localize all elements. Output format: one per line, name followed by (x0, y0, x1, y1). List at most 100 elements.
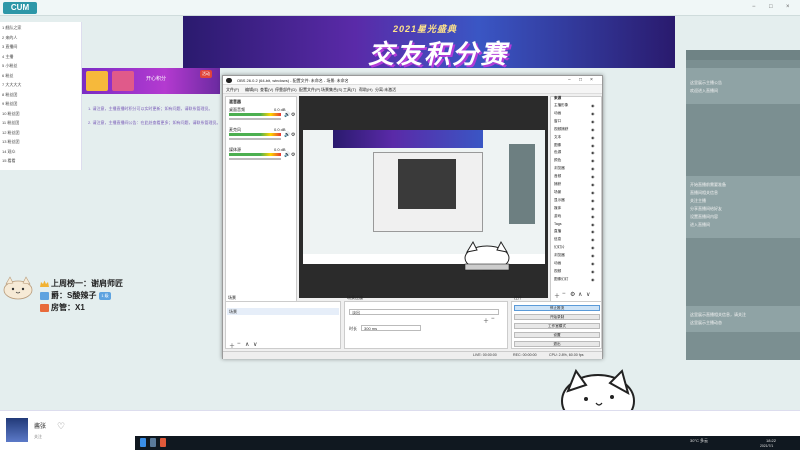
obs-menu-item[interactable]: 编辑(E) (245, 87, 258, 93)
source-item[interactable]: 音频 (554, 174, 561, 179)
move-up-icon[interactable]: ∧ (578, 291, 582, 298)
source-item[interactable]: Tags (554, 222, 562, 226)
scene-down-icon[interactable]: ∨ (253, 341, 257, 348)
source-item[interactable]: 视频 (554, 269, 561, 274)
eye-icon[interactable]: ◉ (591, 127, 595, 132)
eye-icon[interactable]: ◉ (591, 182, 595, 187)
source-item[interactable]: 图像 (554, 143, 561, 148)
eye-icon[interactable]: ◉ (591, 174, 595, 179)
eye-icon[interactable]: ◉ (591, 214, 595, 219)
user-list-row[interactable]: 6 粉丝 (2, 73, 13, 79)
eye-icon[interactable]: ◉ (591, 261, 595, 266)
obs-menu-item[interactable]: 帮助(H) (359, 87, 373, 93)
remove-transition-icon[interactable]: − (491, 316, 495, 322)
eye-icon[interactable]: ◉ (591, 135, 595, 140)
activity-ribbon[interactable]: 开心积分 活动 (82, 68, 220, 94)
duration-input[interactable]: 300 ms (361, 325, 421, 331)
user-list-row[interactable]: 11 粉丝团 (2, 120, 19, 126)
add-scene-icon[interactable]: ＋ (229, 341, 235, 350)
obs-menu-item[interactable]: 分离:未激活 (375, 87, 396, 93)
clock-time[interactable]: 18:22 (766, 438, 776, 443)
follow-label[interactable]: 关注 (34, 434, 42, 440)
obs-menu-item[interactable]: 配置文件(P) (299, 87, 320, 93)
source-item[interactable]: 动画 (554, 111, 561, 116)
user-list-row[interactable]: 3 直播间 (2, 44, 17, 50)
taskbar-app-icon[interactable] (150, 438, 156, 447)
settings-button[interactable]: 设置 (514, 332, 600, 338)
stop-streaming-button[interactable]: 停止推流 (514, 305, 600, 311)
user-list-row[interactable]: 5 小粉丝 (2, 63, 17, 69)
eye-icon[interactable]: ◉ (591, 206, 595, 211)
exit-button[interactable]: 退出 (514, 341, 600, 347)
eye-icon[interactable]: ◉ (591, 111, 595, 116)
user-list-row[interactable]: 8 粉丝团 (2, 92, 17, 98)
leaderboard-noble[interactable]: 爵：S酸辣子 1 级 (40, 290, 111, 301)
windows-start-icon[interactable] (140, 438, 146, 447)
add-transition-icon[interactable]: ＋ (483, 316, 489, 325)
scene-up-icon[interactable]: ∧ (245, 341, 249, 348)
user-list-row[interactable]: 9 粉丝团 (2, 101, 17, 107)
volume-slider[interactable] (229, 158, 281, 160)
obs-window[interactable]: OBS 26.0.2 (64-bit, windows) - 配置文件: 未命名… (222, 75, 603, 359)
speaker-icon[interactable]: 🔊 (284, 112, 290, 118)
weather-text[interactable]: 30°C 多云 (690, 438, 708, 444)
studio-mode-button[interactable]: 工作室模式 (514, 323, 600, 329)
eye-icon[interactable]: ◉ (591, 166, 595, 171)
eye-icon[interactable]: ◉ (591, 143, 595, 148)
user-list-row[interactable]: 12 粉丝团 (2, 130, 20, 136)
source-item[interactable]: 动画 (554, 261, 561, 266)
eye-icon[interactable]: ◉ (591, 222, 595, 227)
gear-icon[interactable]: ⚙ (291, 132, 295, 138)
obs-menu-item[interactable]: 工具(T) (343, 87, 356, 93)
source-item[interactable]: 文本 (554, 135, 561, 140)
obs-titlebar[interactable]: OBS 26.0.2 (64-bit, windows) - 配置文件: 未命名… (223, 76, 602, 85)
eye-icon[interactable]: ◉ (591, 245, 595, 250)
source-item[interactable]: 色源 (554, 150, 561, 155)
obs-menu-item[interactable]: 场景集合(S) (321, 87, 342, 93)
leaderboard-moderator[interactable]: 房管：X1 (40, 302, 85, 313)
maximize-button[interactable]: □ (769, 4, 773, 10)
user-list-row[interactable]: 15 看看 (2, 158, 16, 164)
user-list-row[interactable]: 2 来的人 (2, 35, 17, 41)
gear-icon[interactable]: ⚙ (291, 112, 295, 118)
move-down-icon[interactable]: ∨ (586, 291, 590, 298)
user-list-row[interactable]: 10 粉丝团 (2, 111, 20, 117)
obs-menu-item[interactable]: 查看(V) (260, 87, 273, 93)
source-item[interactable]: 浏览器 (554, 166, 565, 171)
minimize-button[interactable]: − (752, 4, 756, 10)
user-list-row[interactable]: 1 舰队之家 (2, 25, 21, 31)
source-item[interactable]: 直播 (554, 229, 561, 234)
obs-menu-item[interactable]: 文件(F) (226, 87, 239, 93)
speaker-icon[interactable]: 🔊 (284, 152, 290, 158)
event-banner[interactable]: 2021星光盛典 交友积分赛 (183, 16, 675, 68)
source-item[interactable]: 主播形象 (554, 103, 568, 108)
eye-icon[interactable]: ◉ (591, 103, 595, 108)
source-item[interactable]: 场景 (554, 190, 561, 195)
obs-close-button[interactable]: × (590, 77, 593, 83)
transition-select[interactable]: 淡出 (349, 309, 499, 315)
eye-icon[interactable]: ◉ (591, 237, 595, 242)
eye-icon[interactable]: ◉ (591, 229, 595, 234)
obs-minimize-button[interactable]: − (568, 77, 571, 83)
source-item[interactable]: 颜色 (554, 158, 561, 163)
user-list-row[interactable]: 4 主播 (2, 54, 13, 60)
remove-scene-icon[interactable]: − (237, 341, 241, 347)
eye-icon[interactable]: ◉ (591, 253, 595, 258)
user-list-row[interactable]: 14 观众 (2, 149, 16, 155)
source-item[interactable]: 浏览器 (554, 253, 565, 258)
source-item[interactable]: 信息 (554, 237, 561, 242)
eye-icon[interactable]: ◉ (591, 269, 595, 274)
heart-icon[interactable]: ♡ (57, 421, 65, 432)
eye-icon[interactable]: ◉ (591, 158, 595, 163)
obs-menu-item[interactable]: 停靠部件(D) (275, 87, 297, 93)
source-item[interactable]: 游戏 (554, 214, 561, 219)
source-item[interactable]: 图像幻灯 (554, 277, 568, 282)
source-item[interactable]: 媒体 (554, 206, 561, 211)
volume-slider[interactable] (229, 118, 281, 120)
eye-icon[interactable]: ◉ (591, 150, 595, 155)
streamer-avatar[interactable] (6, 418, 28, 442)
obs-preview[interactable] (299, 96, 548, 298)
user-list-row[interactable]: 13 粉丝团 (2, 139, 20, 145)
eye-icon[interactable]: ◉ (591, 119, 595, 124)
source-item[interactable]: 显示器 (554, 198, 565, 203)
